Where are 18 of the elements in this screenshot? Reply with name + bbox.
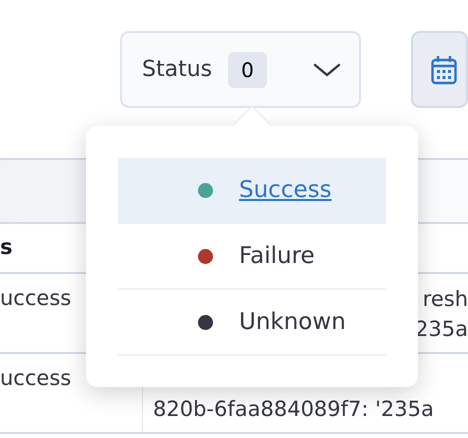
date-picker-button[interactable] xyxy=(411,31,468,108)
filter-label: Status xyxy=(142,57,212,82)
table-cell-text: 820b-6faa884089f7: '235a xyxy=(153,396,434,423)
table-cell: uccess xyxy=(0,366,72,390)
status-option[interactable]: Unknown xyxy=(118,290,386,356)
count-badge: 0 xyxy=(228,52,267,88)
table-cell-text: 235a xyxy=(415,316,468,343)
option-label: Unknown xyxy=(239,309,346,335)
status-filter-button[interactable]: Status 0 xyxy=(120,31,362,108)
status-option[interactable]: Success xyxy=(118,158,386,224)
calendar-icon xyxy=(431,54,458,84)
table-cell-text: resh xyxy=(422,286,468,313)
chevron-down-icon xyxy=(313,62,342,78)
column-header: s xyxy=(0,234,14,261)
table-cell: uccess xyxy=(0,286,72,310)
option-label: Success xyxy=(239,177,332,203)
option-label: Failure xyxy=(239,243,315,269)
status-option[interactable]: Failure xyxy=(118,224,386,290)
